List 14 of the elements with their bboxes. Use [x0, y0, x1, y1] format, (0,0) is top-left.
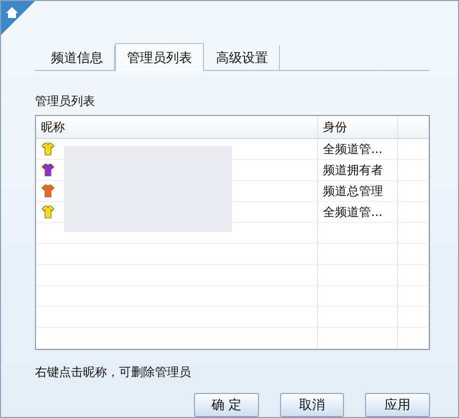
role-cell: 全频道管...	[318, 139, 398, 159]
dialog-button[interactable]: 应用	[365, 393, 430, 417]
tab[interactable]: 高级设置	[204, 45, 280, 70]
hint-text: 右键点击昵称，可删除管理员	[35, 364, 192, 381]
role-cell: 频道总管理	[318, 181, 398, 201]
column-header[interactable]: 昵称	[36, 116, 318, 138]
role-cell: 全频道管...	[318, 202, 398, 222]
tab[interactable]: 管理员列表	[115, 43, 204, 71]
role-cell: 频道拥有者	[318, 160, 398, 180]
column-header[interactable]: 身份	[318, 116, 398, 138]
dialog-button[interactable]: 取消	[280, 393, 344, 417]
section-label: 管理员列表	[35, 93, 96, 110]
home-icon[interactable]	[1, 1, 35, 35]
dialog-button[interactable]: 确 定	[194, 393, 259, 417]
